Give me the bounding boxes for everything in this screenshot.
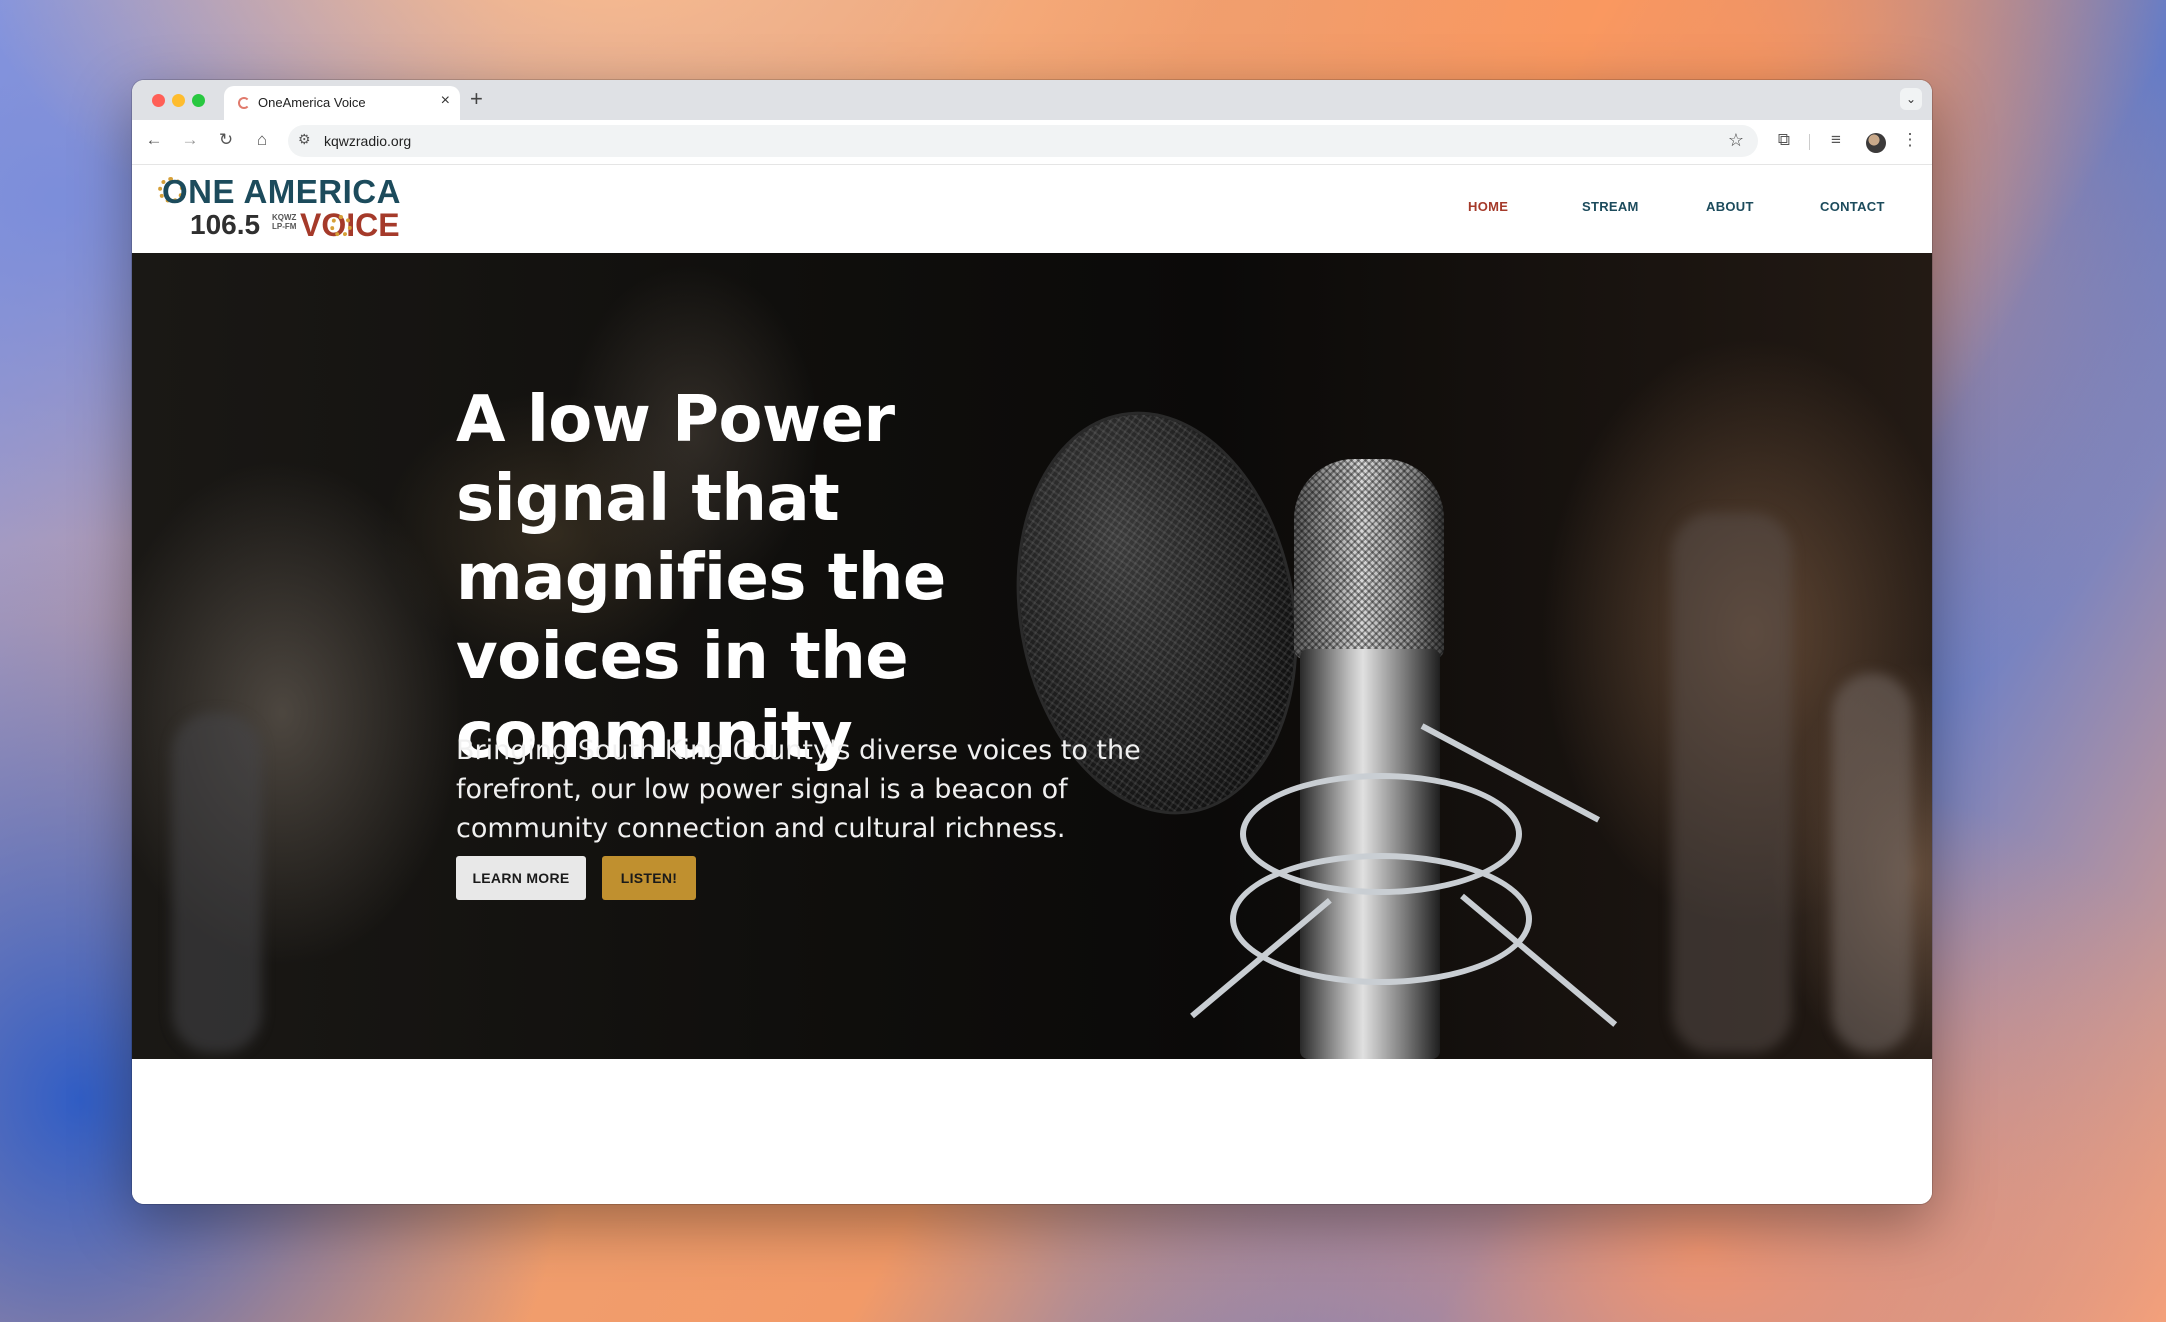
- home-icon[interactable]: ⌂: [250, 130, 274, 150]
- logo-band-text: LP-FM: [272, 222, 297, 231]
- browser-window: OneAmerica Voice × + ⌄ ← → ↻ ⌂ ⚙ kqwzrad…: [132, 80, 1932, 1204]
- minimize-window-button[interactable]: [172, 94, 185, 107]
- profile-avatar[interactable]: [1866, 133, 1886, 153]
- background-mic-stand: [172, 713, 262, 1053]
- toolbar-divider: [1809, 134, 1810, 150]
- tab-strip: OneAmerica Voice × + ⌄: [132, 80, 1932, 120]
- background-mic-stand: [1672, 513, 1792, 1053]
- site-settings-icon[interactable]: ⚙: [298, 131, 311, 148]
- tab-search-button[interactable]: ⌄: [1900, 88, 1922, 110]
- reading-list-icon[interactable]: ≡: [1824, 130, 1848, 150]
- browser-tab[interactable]: OneAmerica Voice ×: [224, 86, 460, 120]
- browser-toolbar: ← → ↻ ⌂ ⚙ kqwzradio.org ☆ ⧉ ≡ ⋮: [132, 120, 1932, 165]
- learn-more-button[interactable]: LEARN MORE: [456, 856, 586, 900]
- logo-callsign-text: KQWZ: [272, 213, 297, 222]
- maximize-window-button[interactable]: [192, 94, 205, 107]
- reload-icon[interactable]: ↻: [214, 130, 238, 150]
- logo-line1: ONE AMERICA: [162, 173, 401, 210]
- forward-icon[interactable]: →: [178, 130, 202, 150]
- site-header: ONE AMERICA 106.5 KQWZ LP-FM VOICE HOME S…: [132, 165, 1932, 253]
- hero-subtitle: Bringing South King County's diverse voi…: [456, 735, 1141, 844]
- gear-icon: [330, 215, 352, 237]
- address-bar[interactable]: ⚙ kqwzradio.org ☆: [288, 125, 1758, 157]
- loading-favicon-icon: [238, 97, 250, 109]
- new-tab-button[interactable]: +: [470, 86, 483, 112]
- nav-contact[interactable]: CONTACT: [1820, 199, 1885, 214]
- web-page: ONE AMERICA 106.5 KQWZ LP-FM VOICE HOME S…: [132, 165, 1932, 1204]
- listen-button[interactable]: LISTEN!: [602, 856, 696, 900]
- background-mic-stand: [1832, 673, 1912, 1053]
- microphone-head-image: [1294, 459, 1444, 659]
- hero-title: A low Power signal that magnifies the vo…: [456, 383, 946, 773]
- tab-close-icon[interactable]: ×: [441, 92, 450, 110]
- nav-stream[interactable]: STREAM: [1582, 199, 1639, 214]
- nav-home[interactable]: HOME: [1468, 199, 1508, 214]
- hero-section: A low Power signal that magnifies the vo…: [132, 253, 1932, 1059]
- bookmark-star-icon[interactable]: ☆: [1728, 130, 1744, 151]
- extensions-icon[interactable]: ⧉: [1772, 130, 1796, 150]
- logo-callsign: KQWZ LP-FM: [272, 213, 296, 231]
- tab-title: OneAmerica Voice: [258, 95, 366, 110]
- nav-about[interactable]: ABOUT: [1706, 199, 1754, 214]
- site-logo[interactable]: ONE AMERICA 106.5 KQWZ LP-FM VOICE: [158, 171, 401, 243]
- url-text[interactable]: kqwzradio.org: [324, 133, 411, 149]
- back-icon[interactable]: ←: [142, 130, 166, 150]
- close-window-button[interactable]: [152, 94, 165, 107]
- logo-frequency: 106.5: [190, 209, 261, 240]
- more-menu-icon[interactable]: ⋮: [1898, 130, 1922, 150]
